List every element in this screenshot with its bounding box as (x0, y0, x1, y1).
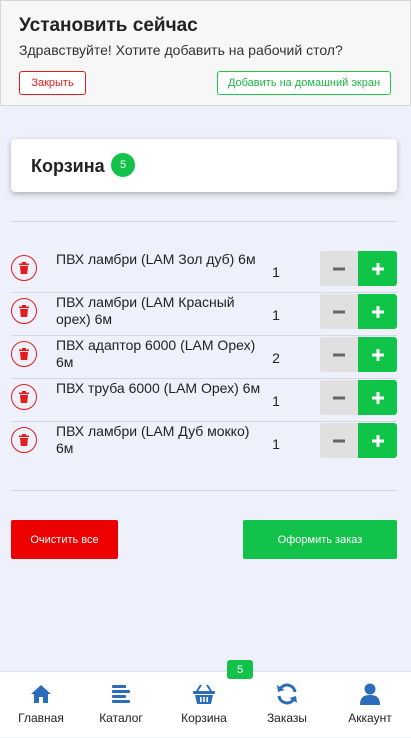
decrease-button[interactable] (320, 251, 358, 286)
item-name: ПВХ ламбри (LAM Зол дуб) 6м (56, 251, 256, 267)
cart-item: ПВХ адаптор 6000 (LAM Орех) 6м 2 (11, 337, 397, 379)
item-name: ПВХ труба 6000 (LAM Орех) 6м (56, 380, 261, 396)
cart-count-badge: 5 (111, 153, 135, 177)
item-quantity: 1 (272, 393, 280, 409)
divider (11, 221, 397, 222)
delete-button[interactable] (11, 298, 37, 324)
plus-icon (371, 434, 384, 447)
nav-item-account[interactable]: Аккаунт (329, 672, 411, 738)
minus-icon (333, 396, 345, 399)
minus-icon (333, 353, 345, 356)
plus-icon (371, 348, 384, 361)
install-text: Здравствуйте! Хотите добавить на рабочий… (19, 42, 343, 58)
plus-icon (371, 305, 384, 318)
trash-icon (19, 262, 29, 274)
nav-label: Корзина (181, 711, 227, 725)
cart-item: ПВХ ламбри (LAM Дуб мокко) 6м 1 (11, 423, 397, 465)
nav-label: Каталог (99, 711, 143, 725)
plus-icon (371, 262, 384, 275)
plus-icon (371, 391, 384, 404)
row-divider (11, 378, 397, 379)
home-icon (31, 685, 51, 703)
row-divider (11, 335, 397, 336)
trash-icon (19, 391, 29, 403)
nav-label: Главная (18, 711, 64, 725)
item-quantity: 1 (272, 307, 280, 323)
delete-button[interactable] (11, 427, 37, 453)
install-banner: Установить сейчас Здравствуйте! Хотите д… (0, 0, 411, 106)
item-name: ПВХ ламбри (LAM Красный орех) 6м (56, 294, 235, 327)
delete-button[interactable] (11, 255, 37, 281)
decrease-button[interactable] (320, 380, 358, 415)
cart-nav-badge: 5 (227, 660, 253, 679)
cart-header: Корзина 5 (11, 139, 397, 192)
basket-icon (193, 684, 215, 704)
row-divider (11, 292, 397, 293)
decrease-button[interactable] (320, 337, 358, 372)
nav-item-home[interactable]: Главная (0, 672, 82, 738)
delete-button[interactable] (11, 341, 37, 367)
row-divider (11, 421, 397, 422)
minus-icon (333, 439, 345, 442)
decrease-button[interactable] (320, 423, 358, 458)
add-to-home-button[interactable]: Добавить на домашний экран (217, 71, 391, 95)
clear-all-button[interactable]: Очистить все (11, 520, 118, 559)
increase-button[interactable] (358, 423, 397, 458)
item-quantity: 2 (272, 350, 280, 366)
item-name: ПВХ ламбри (LAM Дуб мокко) 6м (56, 423, 250, 456)
user-icon (360, 683, 380, 705)
catalog-icon (112, 685, 130, 703)
trash-icon (19, 348, 29, 360)
nav-label: Аккаунт (348, 711, 392, 725)
divider (11, 490, 397, 491)
page-title: Корзина (31, 156, 105, 176)
delete-button[interactable] (11, 384, 37, 410)
increase-button[interactable] (358, 251, 397, 286)
trash-icon (19, 434, 29, 446)
checkout-button[interactable]: Оформить заказ (243, 520, 397, 559)
cart-item: ПВХ ламбри (LAM Красный орех) 6м 1 (11, 294, 397, 336)
nav-item-orders[interactable]: Заказы (246, 672, 328, 738)
close-button[interactable]: Закрыть (19, 71, 86, 95)
increase-button[interactable] (358, 294, 397, 329)
minus-icon (333, 310, 345, 313)
item-quantity: 1 (272, 264, 280, 280)
cart-item: ПВХ ламбри (LAM Зол дуб) 6м 1 (11, 251, 397, 293)
nav-item-catalog[interactable]: Каталог (80, 672, 162, 738)
item-quantity: 1 (272, 436, 280, 452)
minus-icon (333, 267, 345, 270)
install-title: Установить сейчас (19, 15, 198, 36)
increase-button[interactable] (358, 337, 397, 372)
trash-icon (19, 305, 29, 317)
bottom-nav: Главная Каталог Корзина Заказы Аккаунт (0, 671, 411, 737)
nav-item-cart[interactable]: Корзина (163, 672, 245, 738)
item-name: ПВХ адаптор 6000 (LAM Орех) 6м (56, 337, 256, 370)
increase-button[interactable] (358, 380, 397, 415)
decrease-button[interactable] (320, 294, 358, 329)
cart-item: ПВХ труба 6000 (LAM Орех) 6м 1 (11, 380, 397, 422)
nav-label: Заказы (266, 711, 308, 725)
orders-icon (277, 683, 297, 705)
